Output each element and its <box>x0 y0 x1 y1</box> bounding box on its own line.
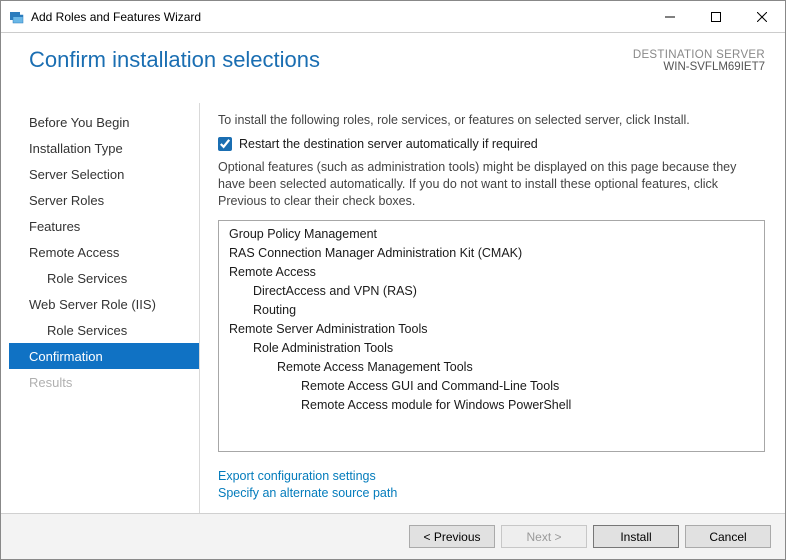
previous-button[interactable]: < Previous <box>409 525 495 548</box>
maximize-button[interactable] <box>693 2 739 32</box>
selection-item[interactable]: Remote Server Administration Tools <box>229 320 760 339</box>
sidebar-step[interactable]: Role Services <box>9 265 199 291</box>
wizard-body: Confirm installation selections DESTINAT… <box>1 33 785 559</box>
main-panel: To install the following roles, role ser… <box>200 103 785 513</box>
alt-source-link[interactable]: Specify an alternate source path <box>218 486 765 500</box>
selection-item[interactable]: Remote Access <box>229 263 760 282</box>
sidebar-step[interactable]: Web Server Role (IIS) <box>9 291 199 317</box>
wizard-footer: < Previous Next > Install Cancel <box>1 513 785 559</box>
wizard-window: Add Roles and Features Wizard Confirm in… <box>0 0 786 560</box>
wizard-steps-sidebar: Before You BeginInstallation TypeServer … <box>9 103 200 513</box>
export-config-link[interactable]: Export configuration settings <box>218 469 765 483</box>
selection-item[interactable]: Remote Access Management Tools <box>229 358 760 377</box>
selections-listbox[interactable]: Group Policy ManagementRAS Connection Ma… <box>218 220 765 452</box>
sidebar-step[interactable]: Installation Type <box>9 135 199 161</box>
selection-item[interactable]: Role Administration Tools <box>229 339 760 358</box>
destination-server: WIN-SVFLM69IET7 <box>633 61 765 73</box>
restart-label[interactable]: Restart the destination server automatic… <box>239 137 538 151</box>
close-button[interactable] <box>739 2 785 32</box>
selection-item[interactable]: Remote Access module for Windows PowerSh… <box>229 396 760 415</box>
window-title: Add Roles and Features Wizard <box>31 10 647 24</box>
optional-note: Optional features (such as administratio… <box>218 159 765 210</box>
page-header: Confirm installation selections DESTINAT… <box>1 33 785 103</box>
content-area: Before You BeginInstallation TypeServer … <box>1 103 785 513</box>
restart-checkbox[interactable] <box>218 137 232 151</box>
sidebar-step[interactable]: Features <box>9 213 199 239</box>
sidebar-step: Results <box>9 369 199 395</box>
titlebar: Add Roles and Features Wizard <box>1 1 785 33</box>
sidebar-step[interactable]: Confirmation <box>9 343 199 369</box>
minimize-button[interactable] <box>647 2 693 32</box>
selection-item[interactable]: Remote Access GUI and Command-Line Tools <box>229 377 760 396</box>
restart-row: Restart the destination server automatic… <box>218 137 765 151</box>
selections-list-inner[interactable]: Group Policy ManagementRAS Connection Ma… <box>219 221 764 451</box>
sidebar-step[interactable]: Role Services <box>9 317 199 343</box>
destination-label: DESTINATION SERVER <box>633 49 765 61</box>
selection-item[interactable]: Routing <box>229 301 760 320</box>
intro-text: To install the following roles, role ser… <box>218 113 765 127</box>
selection-item[interactable]: DirectAccess and VPN (RAS) <box>229 282 760 301</box>
selection-item[interactable]: Group Policy Management <box>229 225 760 244</box>
destination-block: DESTINATION SERVER WIN-SVFLM69IET7 <box>633 49 765 73</box>
page-title: Confirm installation selections <box>29 47 633 73</box>
sidebar-step[interactable]: Server Selection <box>9 161 199 187</box>
app-icon <box>9 9 25 25</box>
sidebar-step[interactable]: Before You Begin <box>9 109 199 135</box>
install-button[interactable]: Install <box>593 525 679 548</box>
sidebar-step[interactable]: Remote Access <box>9 239 199 265</box>
sidebar-step[interactable]: Server Roles <box>9 187 199 213</box>
links-block: Export configuration settings Specify an… <box>218 466 765 503</box>
selection-item[interactable]: RAS Connection Manager Administration Ki… <box>229 244 760 263</box>
cancel-button[interactable]: Cancel <box>685 525 771 548</box>
next-button[interactable]: Next > <box>501 525 587 548</box>
